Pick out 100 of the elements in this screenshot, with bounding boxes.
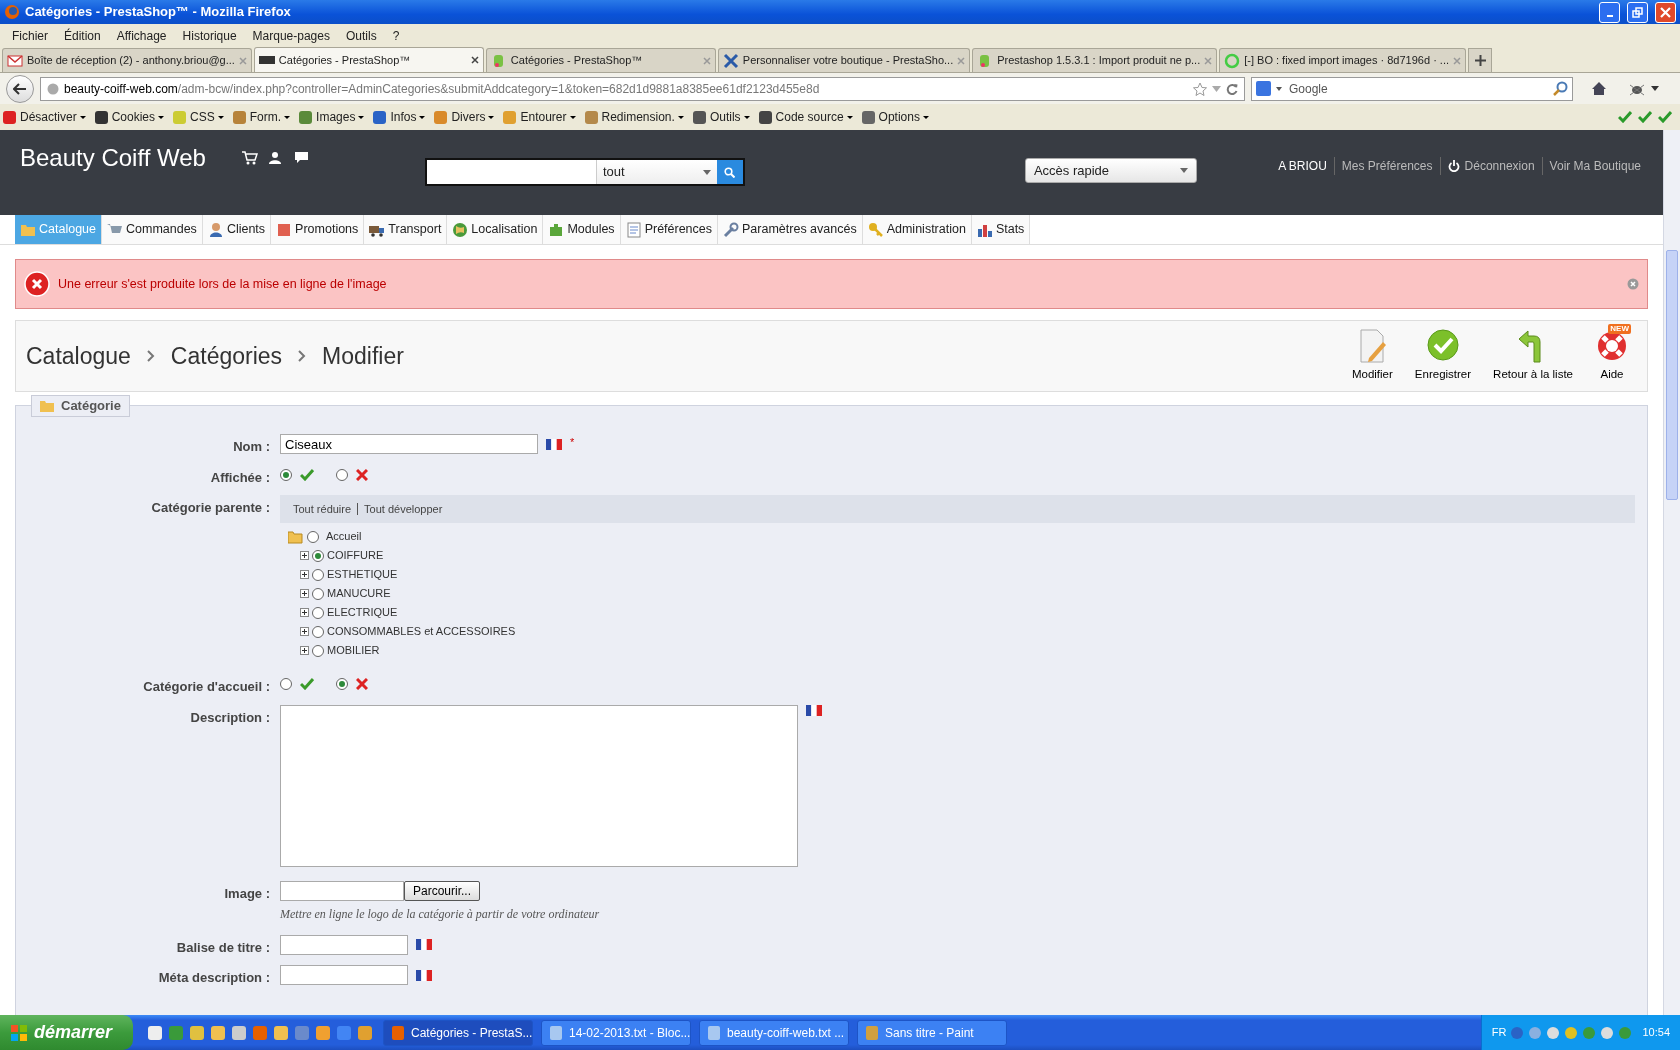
header-link[interactable]: Voir Ma Boutique xyxy=(1541,157,1648,175)
scope-select[interactable]: tout xyxy=(602,162,625,182)
nav-tab[interactable]: Paramètres avancés xyxy=(718,215,863,244)
back-button[interactable] xyxy=(6,74,34,103)
toolbar-button[interactable]: Modifier xyxy=(1343,328,1401,384)
input-field[interactable] xyxy=(280,934,408,955)
toolbar-menu[interactable]: Code source xyxy=(757,108,853,126)
menu-item[interactable]: Édition xyxy=(56,26,109,45)
chat-icon[interactable] xyxy=(293,151,310,165)
file-field[interactable] xyxy=(280,880,404,901)
taskbar-button[interactable]: Catégories - PrestaS... xyxy=(383,1019,533,1046)
tray-icon[interactable] xyxy=(1546,1025,1561,1040)
nav-tab[interactable]: Localisation xyxy=(447,215,544,244)
toolbar-menu[interactable]: Options xyxy=(860,108,929,126)
tree-item[interactable]: MANUCURE xyxy=(327,585,391,602)
tree-item[interactable]: Accueil xyxy=(326,528,362,545)
toolbar-menu[interactable]: Redimension. xyxy=(583,108,684,126)
browser-tab[interactable]: Personnaliser votre boutique - PrestaSho... xyxy=(717,48,971,72)
radio-button[interactable] xyxy=(307,530,319,543)
toolbar-menu[interactable]: Désactiver xyxy=(2,108,86,126)
radio-button[interactable] xyxy=(280,678,292,690)
nav-tab[interactable]: Préférences xyxy=(620,215,719,244)
tree-item[interactable]: MOBILIER xyxy=(327,642,380,659)
search-field[interactable]: Google xyxy=(1251,76,1573,101)
user-icon[interactable] xyxy=(267,151,284,165)
new-tab-button[interactable] xyxy=(1468,48,1493,72)
radio-button[interactable] xyxy=(312,549,324,562)
nav-tab[interactable]: Stats xyxy=(971,215,1031,244)
radio-button[interactable] xyxy=(336,468,348,481)
menu-item[interactable]: Historique xyxy=(174,26,245,45)
toolbar-button[interactable]: Enregistrer xyxy=(1406,328,1480,384)
tree-item[interactable]: ELECTRIQUE xyxy=(327,604,398,621)
dropdown-icon[interactable] xyxy=(1651,86,1659,91)
radio-button[interactable] xyxy=(312,625,324,638)
expand-icon[interactable] xyxy=(300,570,309,579)
app-icon[interactable] xyxy=(273,1024,289,1041)
input-field[interactable] xyxy=(280,965,408,985)
taskbar-button[interactable]: beauty-coiff-web.txt ... xyxy=(699,1019,849,1046)
expand-icon[interactable] xyxy=(300,608,309,617)
toolbar-menu[interactable]: Entourer xyxy=(502,108,576,126)
app-icon[interactable] xyxy=(315,1024,331,1041)
taskbar-button[interactable]: 14-02-2013.txt - Bloc... xyxy=(541,1019,691,1046)
quick-access-select[interactable]: Accès rapide xyxy=(1024,158,1197,183)
tree-item[interactable]: ESTHETIQUE xyxy=(327,566,398,583)
radio-button[interactable] xyxy=(312,606,324,619)
toolbar-menu[interactable]: CSS xyxy=(172,108,224,126)
toolbar-menu[interactable]: Outils xyxy=(691,108,750,126)
radio-button[interactable] xyxy=(280,468,292,481)
restore-button[interactable] xyxy=(1627,1,1648,23)
app-icon[interactable] xyxy=(357,1024,373,1041)
tree-action-link[interactable]: Tout développer xyxy=(364,500,443,518)
browser-tab[interactable]: [-] BO : fixed import images · 8d7196d · ... xyxy=(1219,48,1467,72)
minimize-button[interactable] xyxy=(1599,1,1620,23)
toolbar-menu[interactable]: Images xyxy=(298,108,365,126)
toolbar-menu[interactable]: Divers xyxy=(433,108,495,126)
dropdown-icon[interactable] xyxy=(702,169,711,175)
app-icon[interactable] xyxy=(231,1024,247,1041)
app-icon[interactable] xyxy=(147,1024,163,1041)
header-link[interactable]: Déconnexion xyxy=(1439,157,1542,175)
nav-tab[interactable]: Clients xyxy=(202,215,272,244)
radio-button[interactable] xyxy=(312,644,324,657)
nav-tab[interactable]: Promotions xyxy=(271,215,365,244)
tree-item[interactable]: COIFFURE xyxy=(327,547,384,564)
search-icon[interactable] xyxy=(1553,81,1568,96)
search-field[interactable]: tout xyxy=(424,158,745,186)
nav-tab[interactable]: Transport xyxy=(364,215,448,244)
shop-name[interactable]: Beauty Coiff Web xyxy=(20,146,206,170)
nav-tab[interactable]: Commandes xyxy=(102,215,203,244)
menu-item[interactable]: Outils xyxy=(337,26,385,45)
tree-item[interactable]: CONSOMMABLES et ACCESSOIRES xyxy=(327,623,516,640)
menu-item[interactable]: Fichier xyxy=(4,26,56,45)
home-icon[interactable] xyxy=(1591,81,1607,96)
browser-tab[interactable]: Catégories - PrestaShop™ xyxy=(485,48,716,72)
header-link[interactable]: Mes Préférences xyxy=(1333,157,1440,175)
cart-icon[interactable] xyxy=(241,151,258,165)
toolbar-menu[interactable]: Cookies xyxy=(93,108,165,126)
app-icon[interactable] xyxy=(210,1024,226,1041)
search-button[interactable] xyxy=(716,160,743,184)
tree-action-link[interactable]: Tout réduire xyxy=(293,500,352,518)
address-field[interactable]: beauty-coiff-web.com/adm-bcw/index.php?controller=AdminCategories&submitAddcategory=1&token=682d1d9881a8385ee61df2123d455e8d xyxy=(40,76,1245,101)
radio-button[interactable] xyxy=(312,587,324,600)
toolbar-menu[interactable]: Infos xyxy=(372,108,426,126)
browse-button[interactable]: Parcourir... xyxy=(404,880,481,901)
nav-tab[interactable]: Modules xyxy=(543,215,621,244)
expand-icon[interactable] xyxy=(300,646,309,655)
app-icon[interactable] xyxy=(189,1024,205,1041)
breadcrumb-item[interactable]: Catégories xyxy=(170,338,283,374)
dropdown-icon[interactable] xyxy=(1276,86,1282,91)
tray-icon[interactable] xyxy=(1600,1025,1615,1040)
breadcrumb-item[interactable]: Catalogue xyxy=(26,338,131,374)
menu-item[interactable]: Affichage xyxy=(108,26,175,45)
expand-icon[interactable] xyxy=(300,627,309,636)
taskbar-button[interactable]: Sans titre - Paint xyxy=(857,1019,1007,1046)
close-icon[interactable] xyxy=(470,56,479,64)
radio-button[interactable] xyxy=(312,568,324,581)
toolbar-menu[interactable]: Form. xyxy=(231,108,291,126)
reload-icon[interactable] xyxy=(1226,82,1238,95)
menu-item[interactable]: Marque-pages xyxy=(244,26,338,45)
browser-tab[interactable]: Prestashop 1.5.3.1 : Import produit ne p... xyxy=(972,48,1218,72)
browser-tab[interactable]: Catégories - PrestaShop™ xyxy=(253,47,484,72)
